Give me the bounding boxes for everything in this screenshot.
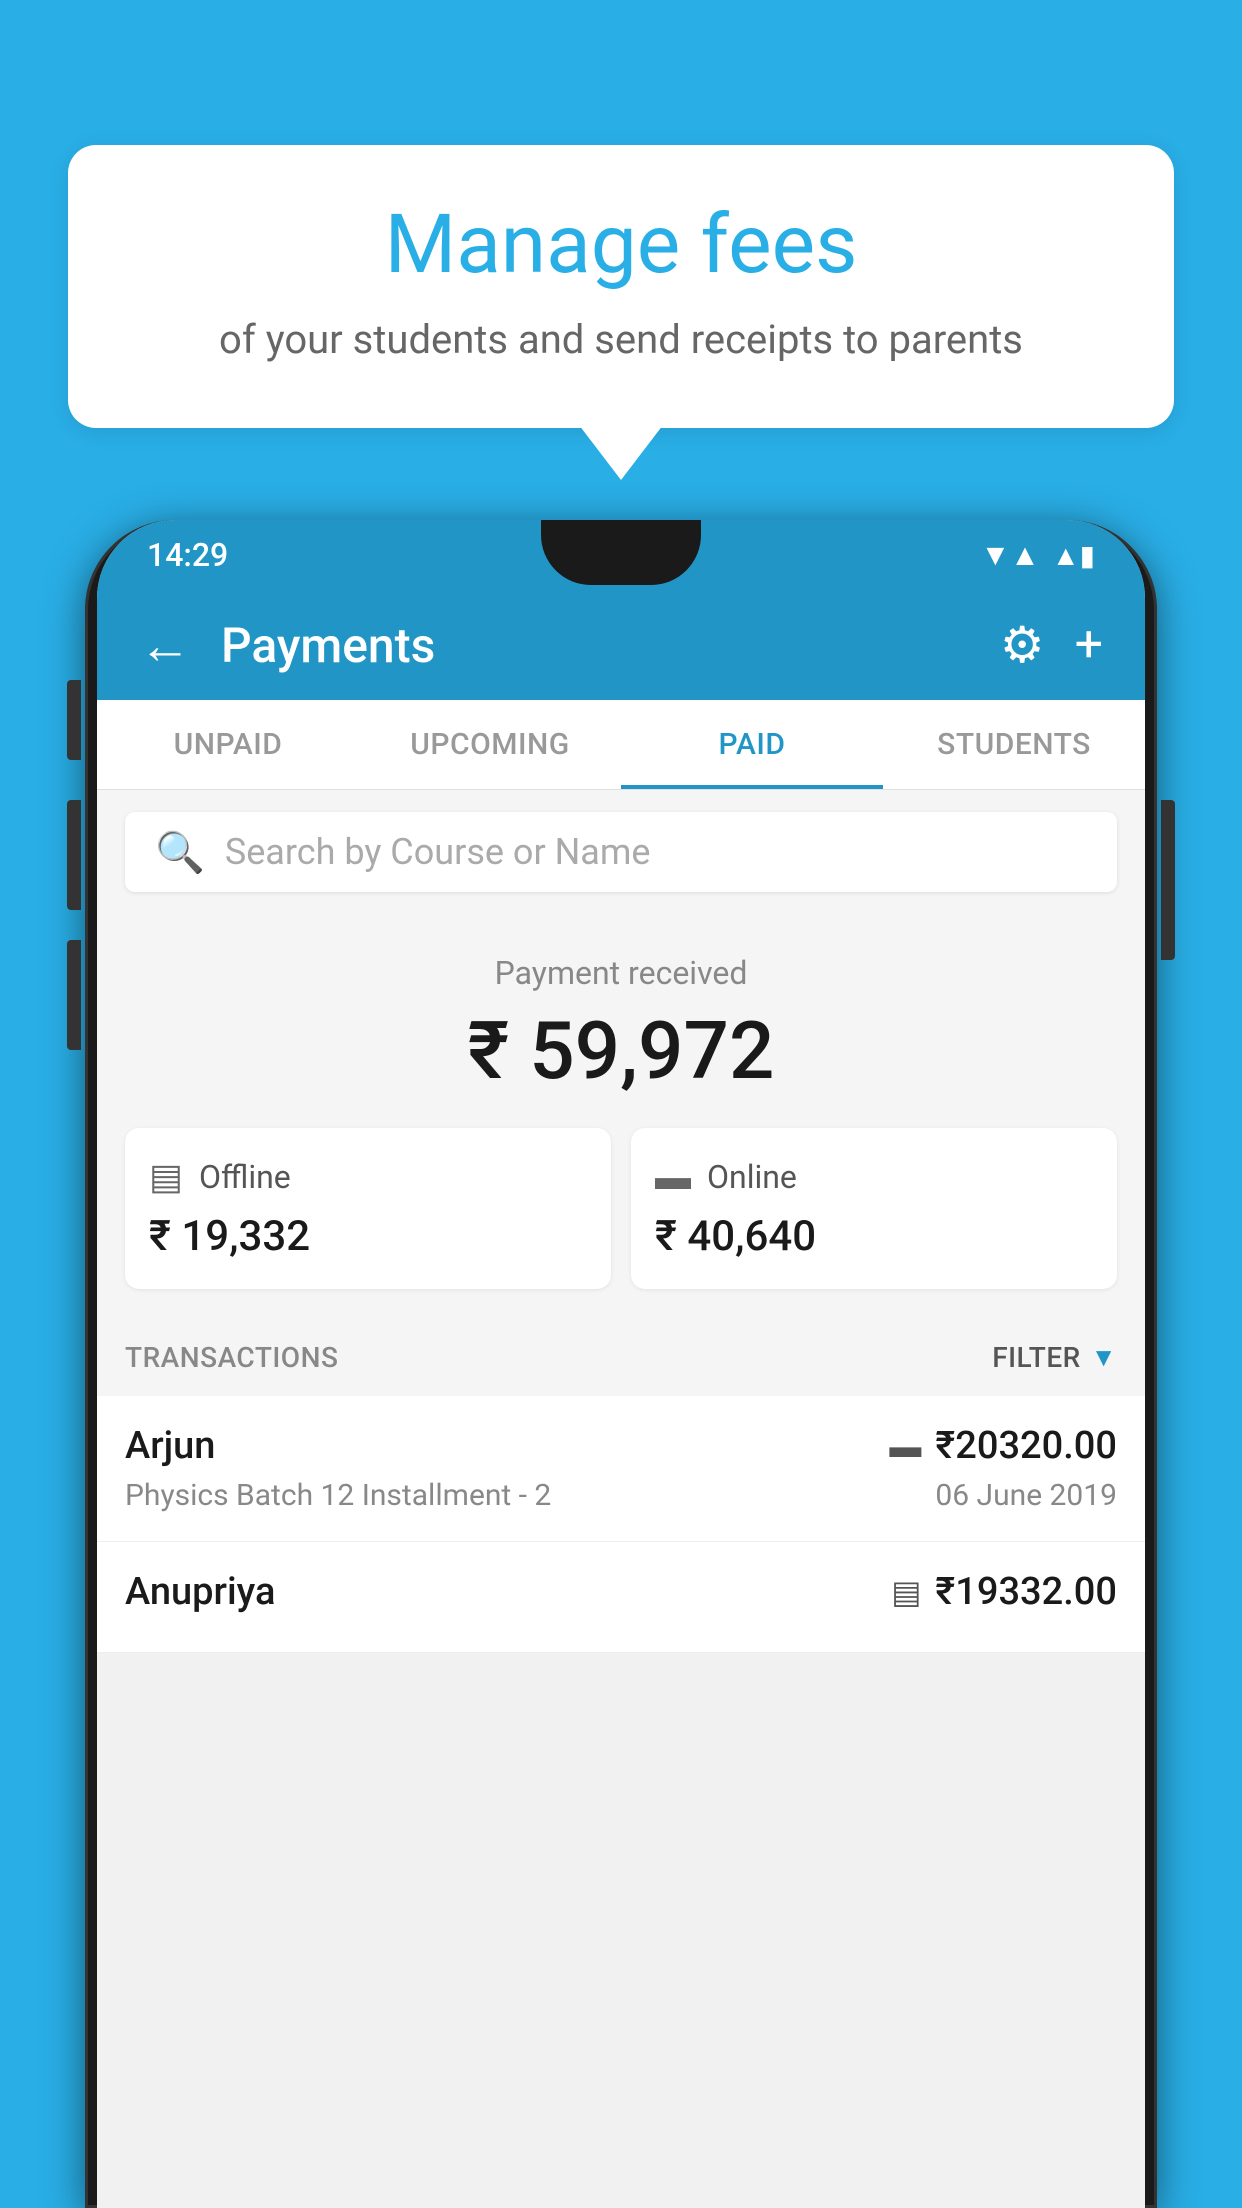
- transaction-student-name: Anupriya: [125, 1570, 275, 1614]
- tabs-bar: UNPAID UPCOMING PAID STUDENTS: [97, 700, 1145, 790]
- offline-amount: ₹ 19,332: [149, 1212, 587, 1261]
- transactions-header: TRANSACTIONS FILTER ▼: [97, 1319, 1145, 1396]
- transaction-course: Physics Batch 12 Installment - 2: [125, 1478, 551, 1513]
- search-icon: 🔍: [155, 829, 205, 876]
- volume-up-button: [67, 800, 81, 910]
- tab-unpaid[interactable]: UNPAID: [97, 700, 359, 789]
- transaction-amount: ₹19332.00: [935, 1570, 1117, 1614]
- phone-notch: [541, 520, 701, 585]
- transaction-row-bottom: Physics Batch 12 Installment - 2 06 June…: [125, 1478, 1117, 1513]
- filter-button[interactable]: FILTER ▼: [992, 1341, 1117, 1374]
- filter-label: FILTER: [992, 1341, 1081, 1374]
- offline-card-header: ▤ Offline: [149, 1156, 587, 1198]
- online-label: Online: [707, 1158, 797, 1196]
- transaction-amount: ₹20320.00: [935, 1424, 1117, 1468]
- transaction-date: 06 June 2019: [935, 1478, 1117, 1513]
- add-icon[interactable]: +: [1075, 616, 1103, 674]
- tab-upcoming[interactable]: UPCOMING: [359, 700, 621, 789]
- online-amount: ₹ 40,640: [655, 1212, 1093, 1261]
- speech-bubble: Manage fees of your students and send re…: [68, 145, 1174, 428]
- page-title: Payments: [221, 617, 1000, 674]
- transaction-row-top: Anupriya ▤ ₹19332.00: [125, 1570, 1117, 1614]
- transaction-amount-row: ▤ ₹19332.00: [891, 1570, 1117, 1614]
- back-button[interactable]: ←: [139, 615, 191, 676]
- header-icons: ⚙ +: [1000, 616, 1103, 675]
- power-button: [1161, 800, 1175, 960]
- online-card: ▬ Online ₹ 40,640: [631, 1128, 1117, 1289]
- transaction-row-top: Arjun ▬ ₹20320.00: [125, 1424, 1117, 1468]
- offline-card: ▤ Offline ₹ 19,332: [125, 1128, 611, 1289]
- transaction-student-name: Arjun: [125, 1424, 215, 1468]
- volume-down-button: [67, 940, 81, 1050]
- signal-icon: ▲▮: [1052, 539, 1095, 572]
- payment-summary: Payment received ₹ 59,972 ▤ Offline ₹ 19…: [97, 914, 1145, 1319]
- wifi-icon: ▼▲: [980, 538, 1039, 573]
- table-row[interactable]: Arjun ▬ ₹20320.00 Physics Batch 12 Insta…: [97, 1396, 1145, 1542]
- payment-received-label: Payment received: [125, 954, 1117, 992]
- search-bar[interactable]: 🔍 Search by Course or Name: [125, 812, 1117, 892]
- offline-label: Offline: [199, 1158, 291, 1196]
- speech-bubble-container: Manage fees of your students and send re…: [68, 145, 1174, 428]
- phone-outer: 14:29 ▼▲ ▲▮ ← Payments ⚙ + UNPAID: [85, 520, 1157, 2208]
- filter-icon: ▼: [1091, 1342, 1117, 1373]
- tab-students[interactable]: STUDENTS: [883, 700, 1145, 789]
- tab-paid[interactable]: PAID: [621, 700, 883, 789]
- transactions-label: TRANSACTIONS: [125, 1341, 338, 1374]
- search-input[interactable]: Search by Course or Name: [225, 831, 651, 873]
- offline-mode-icon: ▤: [891, 1573, 921, 1611]
- online-card-header: ▬ Online: [655, 1156, 1093, 1198]
- app-header: ← Payments ⚙ +: [97, 590, 1145, 700]
- bubble-title: Manage fees: [128, 200, 1114, 290]
- bubble-subtitle: of your students and send receipts to pa…: [128, 312, 1114, 368]
- transaction-amount-row: ▬ ₹20320.00: [889, 1424, 1117, 1468]
- offline-payment-icon: ▤: [149, 1156, 183, 1198]
- online-payment-icon: ▬: [655, 1156, 691, 1198]
- online-mode-icon: ▬: [889, 1427, 921, 1465]
- status-time: 14:29: [147, 536, 228, 574]
- search-container: 🔍 Search by Course or Name: [97, 790, 1145, 914]
- settings-icon[interactable]: ⚙: [1000, 616, 1045, 675]
- transaction-list: Arjun ▬ ₹20320.00 Physics Batch 12 Insta…: [97, 1396, 1145, 1653]
- payment-total-amount: ₹ 59,972: [125, 1004, 1117, 1098]
- payment-cards: ▤ Offline ₹ 19,332 ▬ Online ₹ 40,640: [125, 1128, 1117, 1289]
- phone-screen: 14:29 ▼▲ ▲▮ ← Payments ⚙ + UNPAID: [97, 520, 1145, 2208]
- status-icons: ▼▲ ▲▮: [980, 538, 1095, 573]
- table-row[interactable]: Anupriya ▤ ₹19332.00: [97, 1542, 1145, 1653]
- phone-frame: 14:29 ▼▲ ▲▮ ← Payments ⚙ + UNPAID: [85, 520, 1157, 2208]
